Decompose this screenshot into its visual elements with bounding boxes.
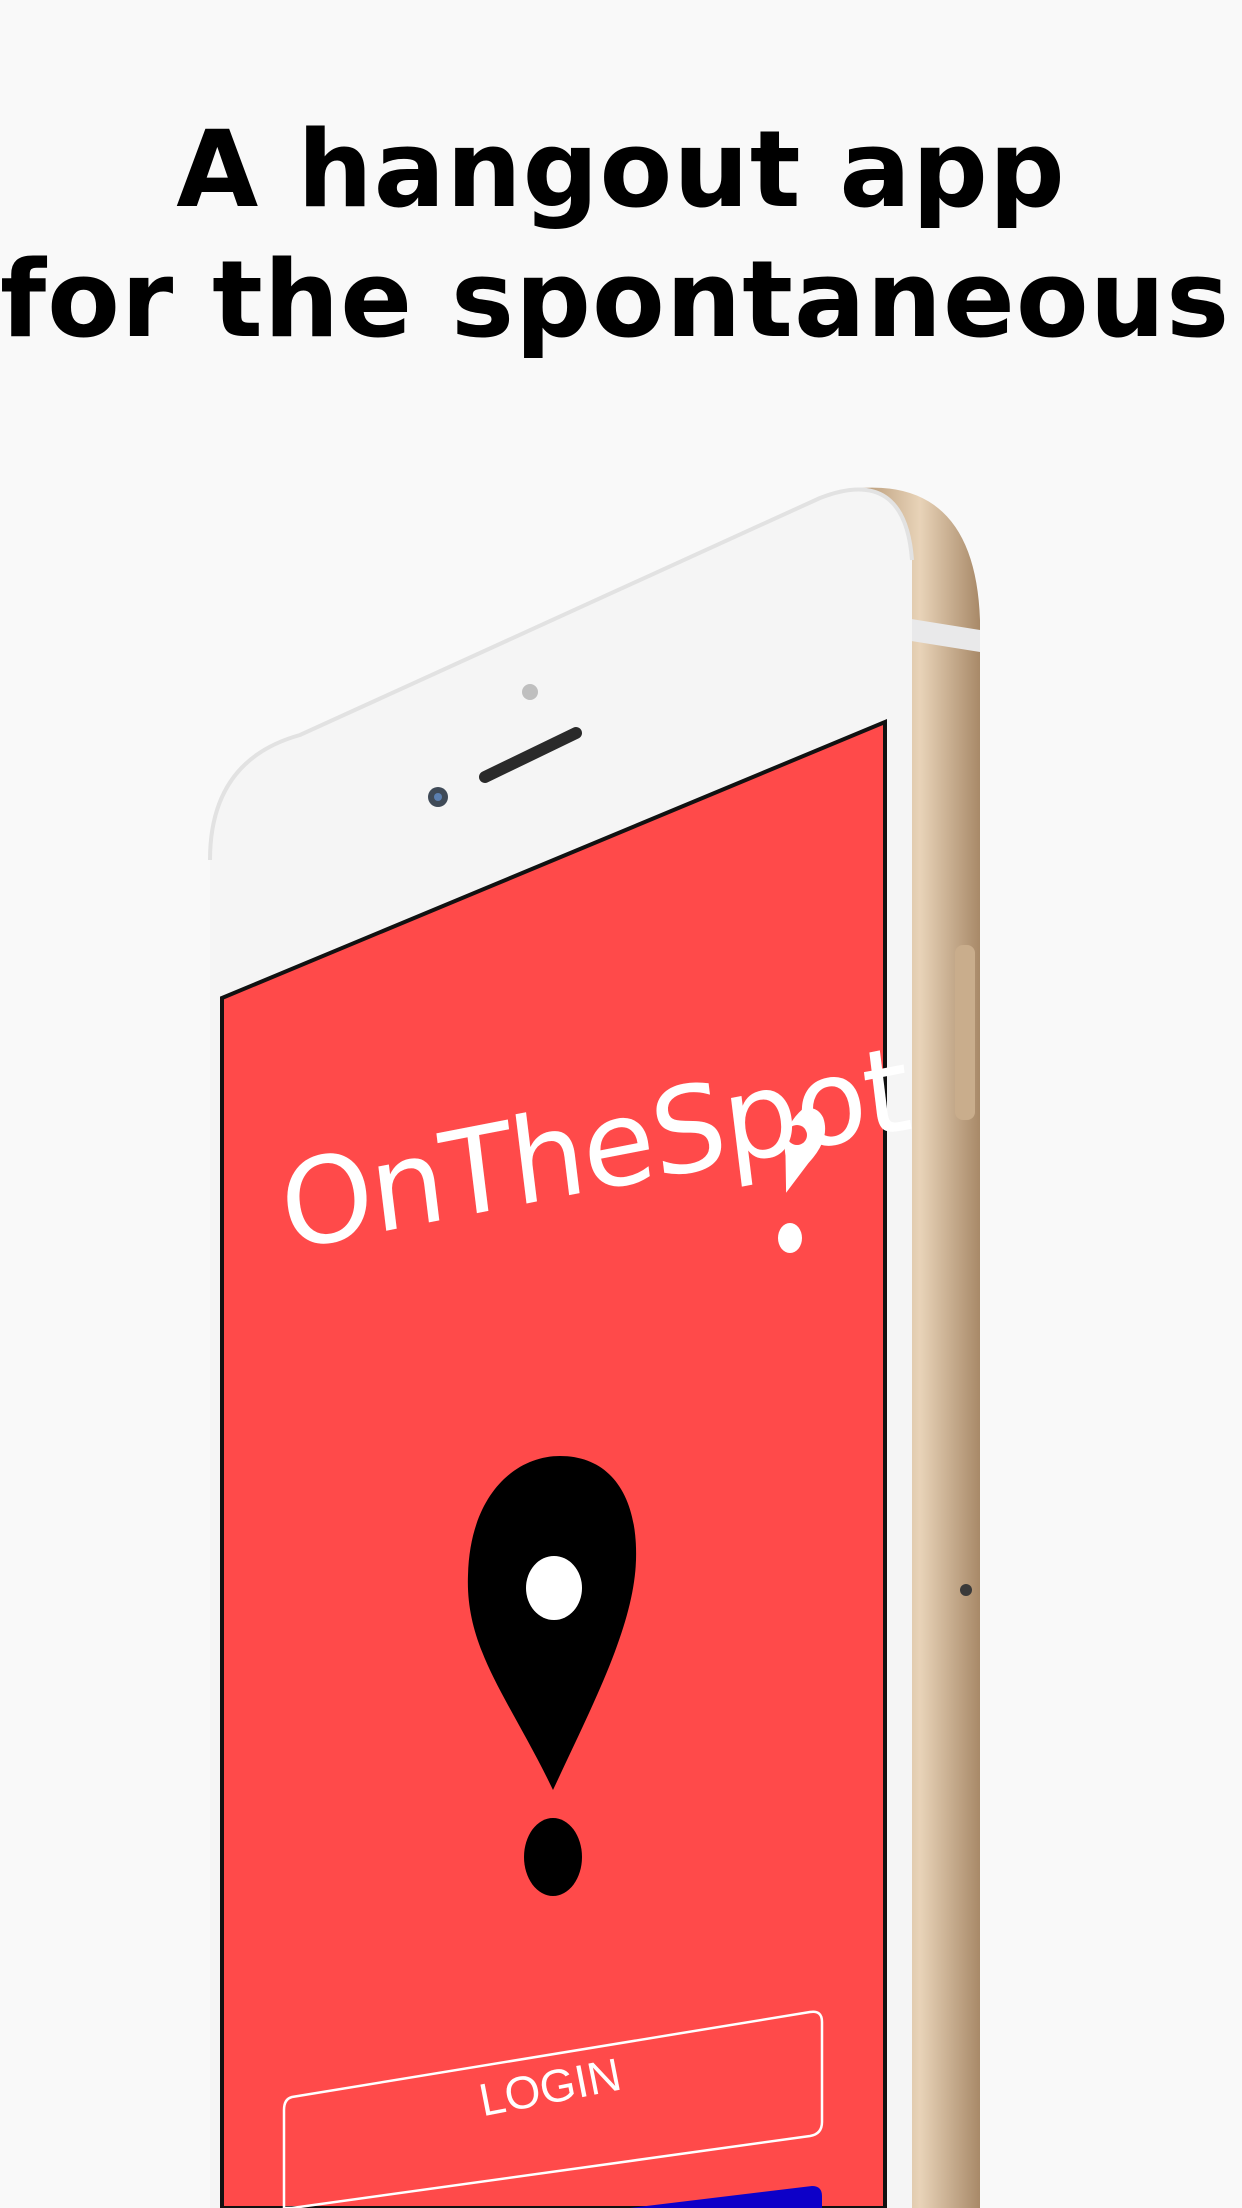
proximity-sensor: [522, 684, 538, 700]
mic-hole: [960, 1584, 972, 1596]
volume-button: [955, 945, 975, 1120]
